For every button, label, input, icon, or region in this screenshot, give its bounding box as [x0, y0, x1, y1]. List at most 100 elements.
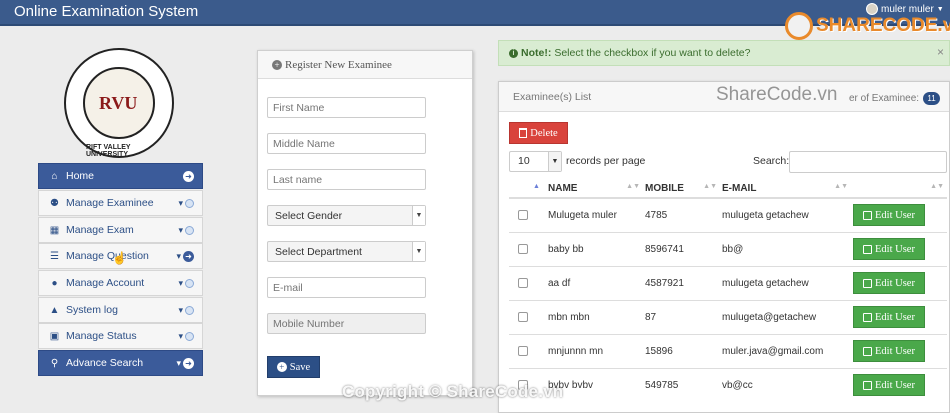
examinee-email: mulugeta getachew	[720, 197, 851, 232]
row-checkbox[interactable]	[518, 278, 528, 288]
examinee-email: mulugeta@getachew	[720, 299, 851, 334]
row-checkbox[interactable]	[518, 312, 528, 322]
row-checkbox[interactable]	[518, 244, 528, 254]
edit-user-button[interactable]: Edit User	[853, 204, 925, 227]
arrow-right-icon: ➜	[183, 358, 194, 369]
middle-name-field[interactable]	[267, 133, 426, 154]
sidebar-item-label: Manage Examinee	[66, 197, 154, 209]
name-column-header[interactable]: NAME ▲▼	[546, 179, 643, 199]
table-row: bvbv bvbv 549785 vb@cc Edit User	[509, 367, 947, 402]
grid-icon: ▦	[49, 224, 60, 236]
examinee-name: baby bb	[546, 231, 643, 266]
count-badge: 11	[923, 92, 941, 105]
records-per-page-select[interactable]: 10 ▼	[509, 151, 562, 172]
sidebar-item-manage-account[interactable]: ● Manage Account ▾	[38, 270, 203, 296]
delete-button[interactable]: Delete	[509, 122, 568, 144]
edit-user-button[interactable]: Edit User	[853, 272, 925, 294]
last-name-field[interactable]	[267, 169, 426, 190]
mobile-column-header[interactable]: MOBILE ▲▼	[643, 179, 720, 199]
search-input[interactable]	[789, 151, 947, 173]
sort-icon: ▲▼	[930, 183, 944, 190]
examinee-count: er of Examinee: 11	[849, 92, 941, 105]
chevron-down-icon: ▼	[548, 152, 561, 171]
examinee-mobile: 4587921	[643, 265, 720, 300]
sharecode-logo-watermark: SHARECODE.vn	[785, 12, 950, 40]
pencil-icon	[863, 244, 873, 254]
department-select-value: Select Department	[275, 245, 362, 258]
expand-icon	[185, 279, 194, 288]
pencil-icon	[863, 380, 873, 390]
action-column-header[interactable]: ▲▼	[851, 179, 947, 199]
sharecode-logo-icon	[785, 12, 813, 40]
edit-user-button[interactable]: Edit User	[853, 340, 925, 362]
sidebar-menu: ⌂ Home ➜ ⚉ Manage Examinee ▾ ▦ Manage Ex…	[38, 163, 203, 377]
delete-button-label: Delete	[530, 127, 558, 139]
sharecode-center-watermark: ShareCode.vn	[716, 84, 838, 105]
records-per-page-label: records per page	[566, 155, 646, 167]
row-checkbox[interactable]	[518, 346, 528, 356]
department-select[interactable]: Select Department ▼	[267, 241, 426, 262]
gender-select[interactable]: Select Gender ▼	[267, 205, 426, 226]
sidebar-item-manage-examinee[interactable]: ⚉ Manage Examinee ▾	[38, 190, 203, 216]
arrow-right-icon: ➜	[183, 251, 194, 262]
email-field[interactable]	[267, 277, 426, 298]
copyright-watermark: Copyright © ShareCode.vn	[342, 382, 564, 401]
records-per-page-value: 10	[518, 155, 530, 167]
examinee-mobile: 4785	[643, 197, 720, 232]
email-column-header[interactable]: E-MAIL ▲▼	[720, 179, 851, 199]
save-button[interactable]: + Save	[267, 356, 320, 378]
expand-icon	[185, 332, 194, 341]
logo-emblem: RVU	[83, 67, 155, 139]
sort-icon: ▲▼	[703, 183, 717, 190]
logo-ring-text: RIFT VALLEY UNIVERSITY	[86, 144, 131, 158]
examinee-table: ▲ NAME ▲▼ MOBILE ▲▼ E-MAIL ▲▼ ▲▼ Mulugeta m…	[509, 179, 947, 402]
sidebar-item-label: Home	[66, 170, 95, 182]
examinee-email: mulugeta getachew	[720, 265, 851, 300]
app-title[interactable]: Online Examination System	[14, 3, 198, 20]
examinee-name: aa df	[546, 265, 643, 300]
edit-user-button[interactable]: Edit User	[853, 306, 925, 328]
select-column-header[interactable]: ▲	[509, 179, 546, 199]
row-checkbox[interactable]	[518, 210, 528, 221]
search-icon: ⚲	[50, 357, 59, 369]
chevron-down-icon: ▼	[412, 206, 425, 225]
arrow-right-icon: ➜	[183, 171, 194, 182]
table-row: baby bb 8596741 bb@ Edit User	[509, 231, 947, 266]
user-icon: ●	[51, 277, 58, 289]
edit-user-button[interactable]: Edit User	[853, 374, 925, 397]
pencil-icon	[863, 278, 873, 288]
table-header-row: ▲ NAME ▲▼ MOBILE ▲▼ E-MAIL ▲▼ ▲▼	[509, 179, 947, 199]
mobile-number-field[interactable]	[267, 313, 426, 334]
register-panel-header: + Register New Examinee	[258, 51, 472, 79]
examinee-mobile: 87	[643, 299, 720, 334]
first-name-field[interactable]	[267, 97, 426, 118]
close-icon[interactable]: ×	[937, 45, 944, 59]
save-button-label: Save	[289, 361, 311, 373]
examinee-mobile: 549785	[643, 367, 720, 402]
sidebar-item-system-log[interactable]: ▲ System log ▾	[38, 297, 203, 323]
sidebar-item-manage-exam[interactable]: ▦ Manage Exam ▾	[38, 217, 203, 243]
gender-select-value: Select Gender	[275, 209, 343, 222]
sidebar-item-advance-search[interactable]: ⚲ Advance Search ▾ ➜	[38, 350, 203, 376]
examinee-name: mbn mbn	[546, 299, 643, 334]
table-row: mbn mbn 87 mulugeta@getachew Edit User	[509, 299, 947, 334]
hand-cursor-icon: ☝	[112, 251, 127, 265]
table-row: aa df 4587921 mulugeta getachew Edit Use…	[509, 265, 947, 300]
alert-text: Select the checkbox if you want to delet…	[554, 47, 751, 59]
edit-user-button[interactable]: Edit User	[853, 238, 925, 260]
examinee-list-panel: Examinee(s) List er of Examinee: 11 Dele…	[498, 81, 950, 413]
examinee-email: bb@	[720, 231, 851, 266]
users-icon: ⚉	[50, 197, 59, 209]
list-icon: ☰	[50, 250, 59, 262]
sort-icon: ▲▼	[626, 183, 640, 190]
home-icon: ⌂	[51, 170, 58, 182]
examinee-count-label: er of Examinee:	[849, 93, 920, 104]
sidebar-item-home[interactable]: ⌂ Home ➜	[38, 163, 203, 189]
examinee-name: mnjunnn mn	[546, 333, 643, 368]
table-row: Mulugeta muler 4785 mulugeta getachew Ed…	[509, 197, 947, 232]
expand-icon	[185, 226, 194, 235]
examinee-email: vb@cc	[720, 367, 851, 402]
sidebar-item-manage-status[interactable]: ▣ Manage Status ▾	[38, 323, 203, 349]
examinee-list-title: Examinee(s) List	[513, 91, 592, 103]
university-logo: RVU RIFT VALLEY UNIVERSITY	[64, 48, 174, 158]
